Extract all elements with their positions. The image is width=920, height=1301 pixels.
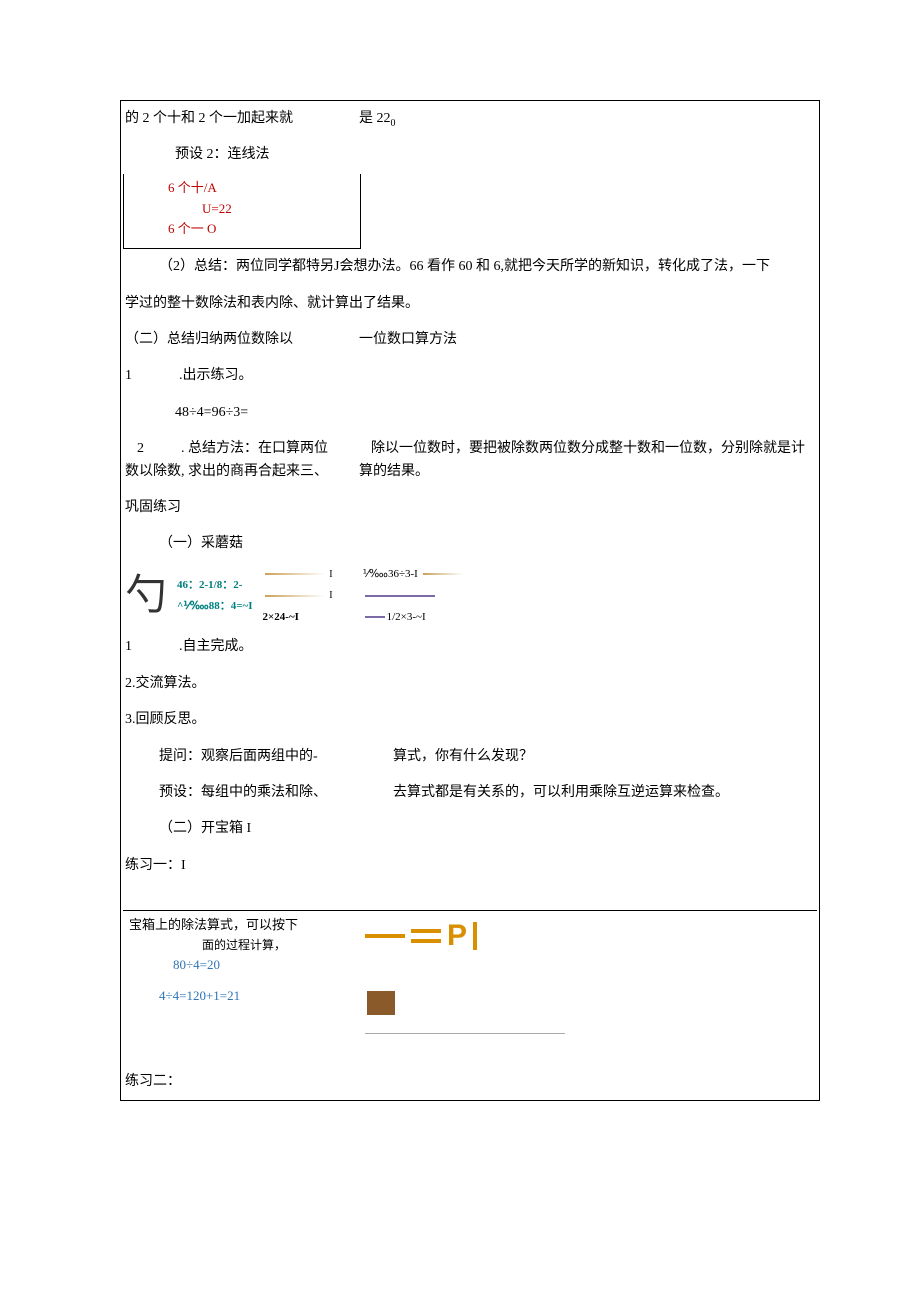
section2-title-left: （二）总结归纳两位数除以 (123, 322, 357, 358)
question-row: 提问：观察后面两组中的- 算式，你有什么发现？ (123, 739, 817, 775)
mushroom-col1: 46：2-1/8：2- ^⅟‱88：4=~I (177, 578, 253, 615)
subscript-zero: 0 (391, 118, 396, 129)
preset-row: 预设：每组中的乘法和除、 去算式都是有关系的，可以利用乘除互逆运算来检查。 (123, 775, 817, 811)
ex1-c: 4÷4=120+1=21 (129, 986, 359, 1007)
exercise2-heading: 练习二： (123, 1064, 817, 1100)
mushroom-figure: 勺 46：2-1/8：2- ^⅟‱88：4=~I I I 2×24-~I ⅟‱3… (123, 563, 817, 630)
opening-right-text: 是 22 (359, 111, 391, 126)
question-right: 算式，你有什么发现？ (391, 739, 817, 775)
box2-title: （二）开宝箱 I (123, 811, 817, 847)
dash-icon (365, 934, 405, 938)
brown-square-icon (367, 991, 395, 1015)
exercise1-right: P (365, 911, 817, 1033)
equals-icon (411, 929, 441, 943)
mush-d: ⅟‱36÷3-I (363, 567, 465, 582)
ex1-a: 宝箱上的除法算式，可以按下 (129, 915, 359, 936)
question-left: 提问：观察后面两组中的- (123, 739, 391, 775)
box1-line3: 6 个一 O (132, 219, 352, 240)
item2-row2: 数以除数, 求出的商再合起来三、 算的结果。 (123, 454, 817, 490)
item1-row: 1 .出示练习。 (123, 358, 817, 394)
opening-line: 的 2 个十和 2 个一加起来就 是 220 (123, 101, 817, 137)
item1-text: .出示练习。 (179, 368, 253, 383)
mush-b: ^⅟‱88：4=~I (177, 599, 253, 614)
mushroom-icon: 勺 (125, 567, 167, 626)
auto1-row: 1 .自主完成。 (123, 629, 817, 665)
opening-right: 是 220 (357, 101, 817, 137)
box1-line2: U=22 (132, 199, 352, 220)
pi-graphic: P (365, 921, 817, 951)
bar-p1 (363, 588, 465, 603)
preset2-box: 6 个十/A U=22 6 个一 O (123, 174, 361, 249)
auto2: 2.交流算法。 (123, 666, 817, 702)
preset-left: 预设：每组中的乘法和除、 (123, 775, 391, 811)
section2-title-row: （二）总结归纳两位数除以 一位数口算方法 (123, 322, 817, 358)
mushroom-col2: I I 2×24-~I (263, 567, 333, 625)
bar2: I (263, 588, 333, 603)
item2-left2: 数以除数, 求出的商再合起来三、 (123, 454, 357, 490)
document-body: 的 2 个十和 2 个一加起来就 是 220 预设 2：连线法 6 个十/A U… (121, 101, 819, 1100)
mush-c: 2×24-~I (263, 610, 333, 625)
mush-e: 1/2×3-~I (363, 610, 465, 625)
auto1-num: 1 (125, 639, 132, 654)
summary2-line1: （2）总结：两位同学都特另J会想办法。66 看作 60 和 6,就把今天所学的新… (123, 249, 817, 285)
preset2-heading: 预设 2：连线法 (123, 137, 817, 173)
ex1-a2: 面的过程计算， (129, 936, 359, 955)
item2-right2: 算的结果。 (357, 454, 817, 490)
section2-title-right: 一位数口算方法 (357, 322, 817, 358)
brown-square-row (365, 991, 817, 1033)
p-icon: P (447, 921, 467, 951)
exercise1-heading: 练习一：I (123, 848, 817, 884)
mushroom-col3: ⅟‱36÷3-I 1/2×3-~I (363, 567, 465, 625)
opening-left: 的 2 个十和 2 个一加起来就 (123, 101, 357, 137)
exercise1-block: 宝箱上的除法算式，可以按下 面的过程计算， 80÷4=20 4÷4=120+1=… (123, 911, 817, 1033)
thin-divider (365, 1033, 565, 1034)
bar1: I (263, 567, 333, 582)
expression1: 48÷4=96÷3= (123, 395, 817, 431)
preset-right: 去算式都是有关系的，可以利用乘除互逆运算来检查。 (391, 775, 817, 811)
summary2-line2: 学过的整十数除法和表内除、就计算出了结果。 (123, 286, 817, 322)
box1-line1: 6 个十/A (132, 178, 352, 199)
auto1-text: .自主完成。 (179, 639, 253, 654)
mush-a: 46：2-1/8：2- (177, 578, 253, 593)
item1-num: 1 (125, 368, 132, 383)
ex1-b: 80÷4=20 (129, 955, 359, 976)
bar-icon (473, 922, 483, 950)
document-frame: 的 2 个十和 2 个一加起来就 是 220 预设 2：连线法 6 个十/A U… (120, 100, 820, 1101)
consolidate-heading: 巩固练习 (123, 490, 817, 526)
auto3: 3.回顾反思。 (123, 702, 817, 738)
mushroom-heading: （一）采蘑菇 (123, 526, 817, 562)
exercise1-left: 宝箱上的除法算式，可以按下 面的过程计算， 80÷4=20 4÷4=120+1=… (123, 911, 365, 1011)
